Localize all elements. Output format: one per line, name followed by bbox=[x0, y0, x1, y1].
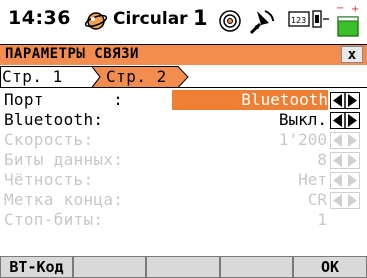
baud-rate-value: 1'200 bbox=[278, 130, 327, 149]
close-button[interactable]: x bbox=[341, 46, 363, 63]
parity-label: Чётность: bbox=[4, 170, 94, 189]
stop-bits-label: Стоп-биты: bbox=[4, 210, 104, 229]
satellite-count: 1 bbox=[193, 6, 208, 30]
tab-page-1[interactable]: Стр. 1 bbox=[2, 67, 63, 86]
row-baud-rate: Скорость: 1'200 bbox=[0, 130, 367, 150]
bluetooth-value[interactable]: Выкл. bbox=[279, 110, 327, 130]
baud-rate-label: Скорость: bbox=[4, 130, 94, 149]
row-parity: Чётность: Нет bbox=[0, 170, 367, 190]
port-value-field[interactable]: Bluetooth bbox=[172, 90, 328, 110]
data-bits-value: 8 bbox=[317, 150, 327, 169]
svg-text:−: − bbox=[336, 3, 344, 14]
target-icon bbox=[218, 9, 242, 37]
parity-value: Нет bbox=[298, 170, 327, 189]
tab-page-2[interactable]: Стр. 2 bbox=[106, 67, 167, 86]
f3-button[interactable] bbox=[146, 256, 220, 278]
function-key-bar: BT-Код OK bbox=[0, 256, 367, 278]
row-port[interactable]: Порт : Bluetooth bbox=[0, 90, 367, 110]
battery-icon: − + bbox=[335, 3, 361, 43]
end-mark-label: Метка конца: bbox=[4, 190, 124, 209]
bt-code-button[interactable]: BT-Код bbox=[0, 256, 73, 278]
tab-bar: Стр. 1 Стр. 2 bbox=[0, 66, 367, 88]
svg-text:+: + bbox=[351, 4, 359, 15]
f4-button[interactable] bbox=[220, 256, 293, 278]
keyboard-123-icon: 123 bbox=[287, 9, 331, 35]
status-bar: 14:36 Circular 1 123 − + bbox=[0, 0, 367, 42]
port-value: Bluetooth bbox=[241, 90, 328, 109]
row-end-mark: Метка конца: CR bbox=[0, 190, 367, 210]
satellite-icon bbox=[84, 10, 108, 36]
row-stop-bits: Стоп-биты: 1 bbox=[0, 210, 367, 230]
stop-bits-value: 1 bbox=[317, 210, 327, 229]
ok-button[interactable]: OK bbox=[293, 256, 367, 278]
bluetooth-label: Bluetooth: bbox=[4, 110, 104, 129]
title-bar: ПАРАМЕТРЫ СВЯЗИ x bbox=[0, 44, 367, 65]
rtk-mode-label: Circular bbox=[113, 9, 188, 29]
row-data-bits: Биты данных: 8 bbox=[0, 150, 367, 170]
svg-text:123: 123 bbox=[291, 16, 306, 25]
row-bluetooth[interactable]: Bluetooth: Выкл. bbox=[0, 110, 367, 130]
end-mark-value: CR bbox=[307, 190, 327, 209]
clock-time: 14:36 bbox=[8, 7, 71, 29]
port-label: Порт : bbox=[4, 90, 124, 109]
page-title: ПАРАМЕТРЫ СВЯЗИ bbox=[5, 46, 139, 62]
comm-icon bbox=[247, 7, 277, 39]
data-bits-label: Биты данных: bbox=[4, 150, 124, 169]
f2-button[interactable] bbox=[73, 256, 146, 278]
